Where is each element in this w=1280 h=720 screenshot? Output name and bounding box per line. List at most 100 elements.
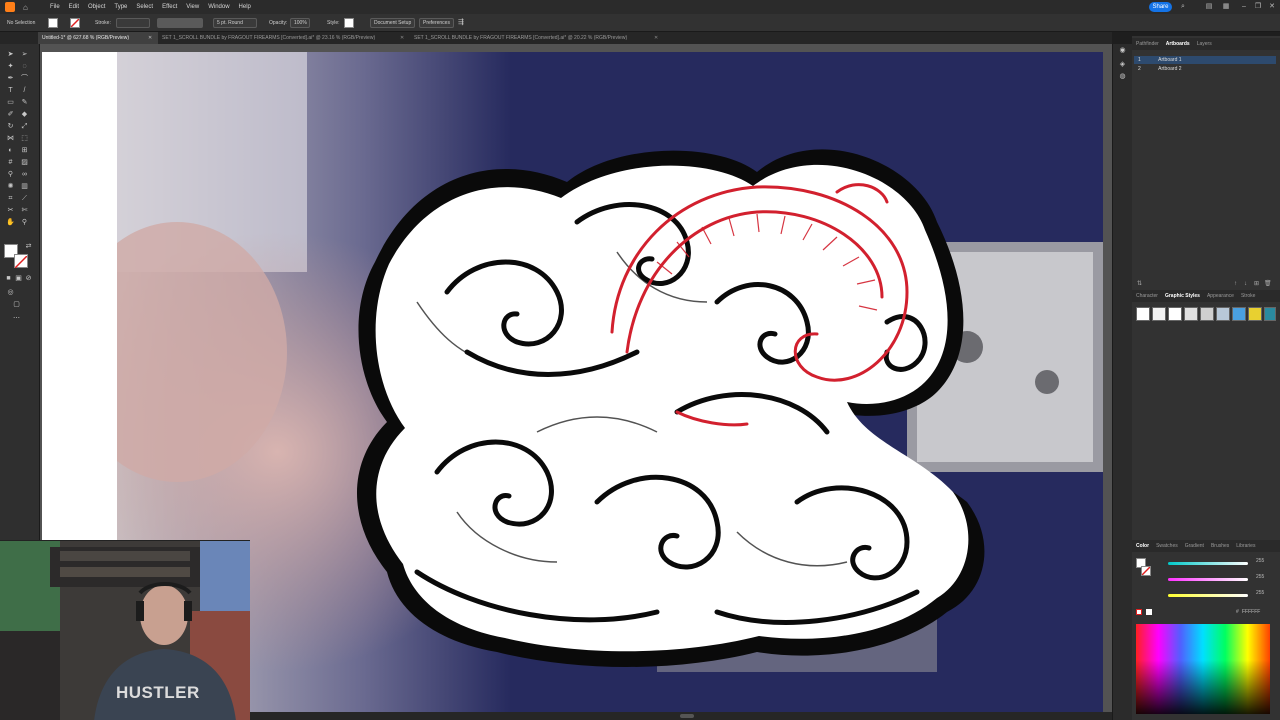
tab-artboards[interactable]: Artboards	[1166, 41, 1190, 47]
none-mode-icon[interactable]: ⊘	[24, 274, 33, 283]
blend-tool-icon[interactable]: ∞	[20, 170, 29, 179]
mesh-tool-icon[interactable]: #	[6, 158, 15, 167]
tab-stroke[interactable]: Stroke	[1241, 293, 1255, 299]
curvature-tool-icon[interactable]: ⌒	[20, 74, 29, 83]
tab-close-icon[interactable]: ✕	[400, 32, 404, 44]
search-icon[interactable]: ⌕	[1179, 3, 1187, 11]
menu-view[interactable]: View	[186, 4, 199, 10]
scissors-tool-icon[interactable]: ✄	[20, 206, 29, 215]
shaper-tool-icon[interactable]: ✐	[6, 110, 15, 119]
tab-gradient[interactable]: Gradient	[1185, 543, 1204, 549]
graphic-style-swatch[interactable]	[1168, 307, 1182, 321]
rectangle-tool-icon[interactable]: ▭	[6, 98, 15, 107]
white-color-icon[interactable]	[1146, 609, 1152, 615]
column-graph-tool-icon[interactable]: ▥	[20, 182, 29, 191]
tab-graphic-styles[interactable]: Graphic Styles	[1165, 293, 1200, 299]
eyedropper-tool-icon[interactable]: ⚲	[6, 170, 15, 179]
scroll-artwork[interactable]	[117, 52, 1103, 712]
tab-swatches[interactable]: Swatches	[1156, 543, 1178, 549]
menu-window[interactable]: Window	[208, 4, 229, 10]
artboard-row[interactable]: 2 Artboard 2	[1134, 65, 1276, 73]
color-spectrum[interactable]	[1136, 624, 1270, 714]
home-icon[interactable]: ⌂	[23, 3, 32, 12]
color-mode-icon[interactable]: ■	[4, 274, 13, 283]
magic-wand-tool-icon[interactable]: ✦	[6, 62, 15, 71]
document-setup-button[interactable]: Document Setup	[370, 18, 416, 28]
tab-scroll-bundle-2[interactable]: SET 1_SCROLL BUNDLE by FRAGOUT FIREARMS …	[410, 32, 660, 44]
scale-tool-icon[interactable]: ⤢	[20, 122, 29, 131]
graphic-style-swatch[interactable]	[1248, 307, 1262, 321]
hand-tool-icon[interactable]: ✋	[6, 218, 15, 227]
tab-character[interactable]: Character	[1136, 293, 1158, 299]
tab-scroll-bundle-1[interactable]: SET 1_SCROLL BUNDLE by FRAGOUT FIREARMS …	[158, 32, 408, 44]
graphic-style-swatch[interactable]	[1184, 307, 1198, 321]
swap-colors-icon[interactable]: ⇄	[24, 242, 33, 251]
brush-definition[interactable]: 5 pt. Round	[213, 18, 257, 28]
green-value[interactable]: 255	[1256, 574, 1264, 580]
none-color-icon[interactable]	[1136, 609, 1142, 615]
direct-selection-tool-icon[interactable]: ➢	[20, 50, 29, 59]
artboard-tool-icon[interactable]: ⌗	[6, 194, 15, 203]
libraries-icon[interactable]: ◉	[1118, 46, 1127, 55]
tab-libraries[interactable]: Libraries	[1236, 543, 1255, 549]
pen-tool-icon[interactable]: ✒	[6, 74, 15, 83]
red-value[interactable]: 255	[1256, 558, 1264, 564]
share-button[interactable]: Share	[1149, 2, 1172, 12]
workspace-icon[interactable]: ▦	[1222, 3, 1230, 11]
menu-help[interactable]: Help	[239, 4, 251, 10]
menu-effect[interactable]: Effect	[162, 4, 177, 10]
paintbrush-tool-icon[interactable]: ✎	[20, 98, 29, 107]
graphic-style-swatch[interactable]	[1152, 307, 1166, 321]
tab-pathfinder[interactable]: Pathfinder	[1136, 41, 1159, 47]
menu-type[interactable]: Type	[114, 4, 127, 10]
hex-value[interactable]: FFFFFF	[1242, 609, 1260, 615]
line-tool-icon[interactable]: /	[20, 86, 29, 95]
tab-brushes[interactable]: Brushes	[1211, 543, 1229, 549]
properties-icon[interactable]: ◈	[1118, 60, 1127, 69]
slice-tool-icon[interactable]: ⟋	[20, 194, 29, 203]
opacity-field[interactable]: 100%	[290, 18, 310, 28]
menu-edit[interactable]: Edit	[69, 4, 79, 10]
perspective-grid-tool-icon[interactable]: ⊞	[20, 146, 29, 155]
preferences-button[interactable]: Preferences	[419, 18, 454, 28]
stroke-weight-field[interactable]	[116, 18, 150, 28]
style-swatch[interactable]	[344, 18, 354, 28]
graphic-style-swatch[interactable]	[1232, 307, 1246, 321]
screen-mode-icon[interactable]: ▢	[12, 300, 21, 309]
eraser-tool-icon[interactable]: ◆	[20, 110, 29, 119]
arrange-icon[interactable]: ▤	[1205, 3, 1213, 11]
artboard-row[interactable]: 1 Artboard 1	[1134, 56, 1276, 64]
gradient-tool-icon[interactable]: ▨	[20, 158, 29, 167]
graphic-style-swatch[interactable]	[1216, 307, 1230, 321]
tab-close-icon[interactable]: ✕	[654, 32, 658, 44]
stroke-color-icon[interactable]	[14, 254, 28, 269]
move-down-icon[interactable]: ↓	[1244, 280, 1247, 288]
arrange-documents-icon[interactable]: ⇶	[458, 18, 464, 28]
rotate-tool-icon[interactable]: ↻	[6, 122, 15, 131]
type-tool-icon[interactable]: T	[6, 86, 15, 95]
minimize-icon[interactable]: –	[1240, 3, 1248, 11]
fill-swatch[interactable]	[48, 18, 58, 28]
graphic-style-swatch[interactable]	[1264, 307, 1276, 321]
tab-layers[interactable]: Layers	[1197, 41, 1212, 47]
tab-untitled-1[interactable]: Untitled-1* @ 627.68 % (RGB/Preview)	[38, 32, 158, 44]
shape-builder-tool-icon[interactable]: ◐	[6, 146, 15, 155]
knife-tool-icon[interactable]: ✂	[6, 206, 15, 215]
blue-slider[interactable]	[1168, 594, 1248, 597]
stroke-swatch[interactable]	[70, 18, 80, 28]
blue-value[interactable]: 255	[1256, 590, 1264, 596]
graphic-style-swatch[interactable]	[1200, 307, 1214, 321]
edit-toolbar-icon[interactable]: ⋯	[12, 314, 21, 323]
tab-appearance[interactable]: Appearance	[1207, 293, 1234, 299]
cc-icon[interactable]: ◍	[1118, 72, 1127, 81]
zoom-tool-icon[interactable]: ⚲	[20, 218, 29, 227]
lasso-tool-icon[interactable]: ◌	[20, 62, 29, 71]
selection-tool-icon[interactable]: ➤	[6, 50, 15, 59]
move-up-icon[interactable]: ↑	[1234, 280, 1237, 288]
free-transform-tool-icon[interactable]: ⬚	[20, 134, 29, 143]
new-artboard-icon[interactable]: ⊞	[1254, 280, 1259, 288]
menu-object[interactable]: Object	[88, 4, 105, 10]
width-tool-icon[interactable]: ⋈	[6, 134, 15, 143]
gradient-mode-icon[interactable]: ▣	[14, 274, 23, 283]
tab-color[interactable]: Color	[1136, 543, 1149, 549]
